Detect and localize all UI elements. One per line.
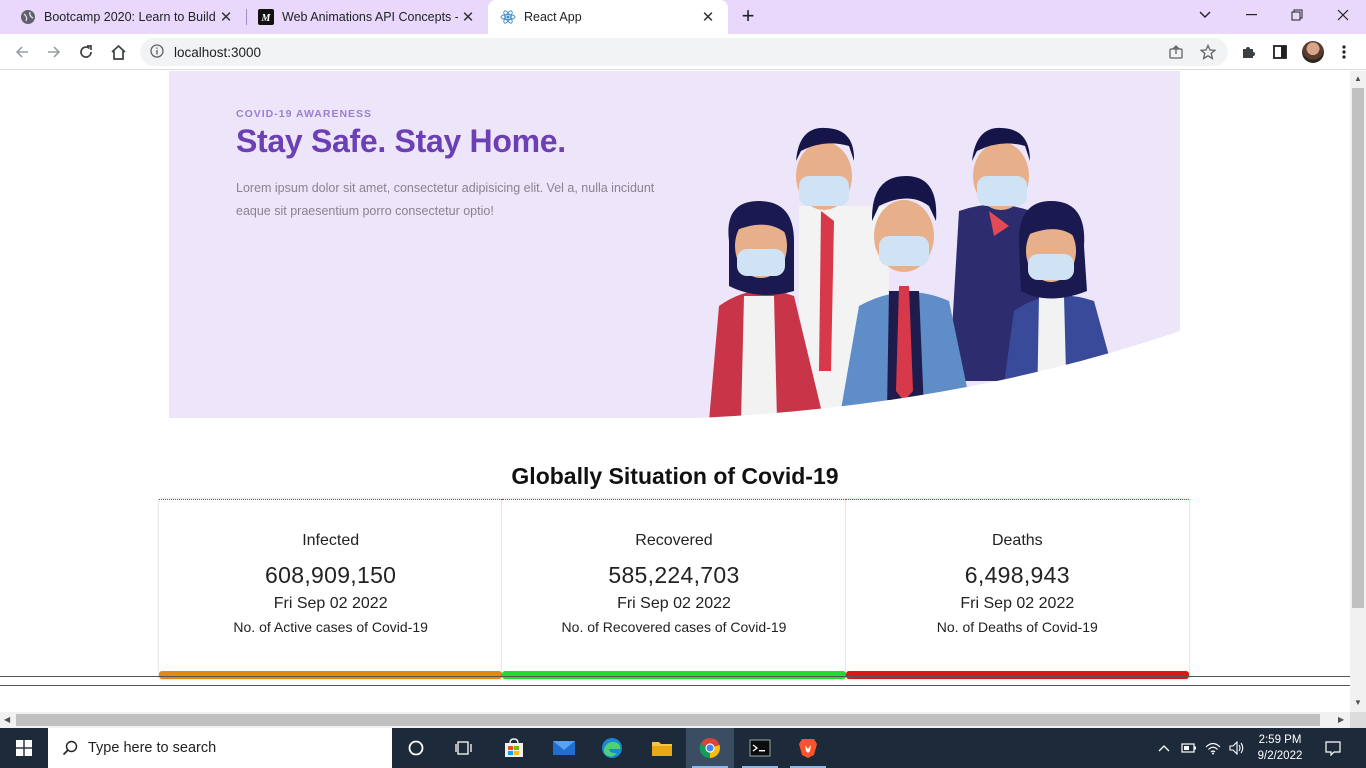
hero-banner: COVID-19 AWARENESS Stay Safe. Stay Home.… [169, 71, 1180, 418]
show-hidden-icons-chevron-icon[interactable] [1154, 728, 1174, 768]
system-clock[interactable]: 2:59 PM 9/2/2022 [1250, 732, 1310, 764]
card-title: Deaths [991, 532, 1043, 549]
svg-text:M: M [261, 13, 272, 24]
card-value: 6,498,943 [964, 562, 1070, 588]
info-icon[interactable] [150, 44, 164, 58]
scroll-left-arrow-icon[interactable]: ◀ [4, 715, 10, 724]
masked-people-illustration [699, 127, 1180, 418]
back-arrow-icon[interactable] [8, 38, 36, 66]
stats-cards: Infected 608,909,150 Fri Sep 02 2022 No.… [159, 499, 1189, 679]
battery-icon[interactable] [1178, 728, 1200, 768]
hero-text: Lorem ipsum dolor sit amet, consectetur … [236, 181, 655, 218]
tab-label: React App [524, 10, 582, 24]
forward-arrow-icon[interactable] [40, 38, 68, 66]
tab-web-animations[interactable]: M Web Animations API Concepts - · ✕ [238, 0, 488, 34]
tab-react-app[interactable]: React App ✕ [488, 0, 728, 34]
search-placeholder: Type here to search [88, 740, 217, 756]
stat-card-recovered: Recovered 585,224,703 Fri Sep 02 2022 No… [502, 499, 846, 679]
clock-date: 9/2/2022 [1257, 750, 1303, 762]
browser-toolbar: localhost:3000 [0, 34, 1366, 70]
windows-taskbar: Type here to search 2:59 PM 9/2/2022 [0, 728, 1366, 768]
horizontal-scrollbar[interactable]: ◀ ▶ [0, 712, 1350, 728]
profile-avatar[interactable] [1302, 41, 1324, 63]
side-panel-icon[interactable] [1266, 38, 1294, 66]
card-value: 608,909,150 [265, 562, 397, 588]
bookmark-star-icon[interactable] [1200, 44, 1216, 60]
chrome-icon[interactable] [686, 728, 734, 768]
menu-kebab-icon[interactable] [1330, 38, 1358, 66]
brave-icon[interactable] [784, 728, 832, 768]
search-icon [62, 740, 78, 756]
scrollbar-corner [1350, 712, 1366, 728]
terminal-icon[interactable] [736, 728, 784, 768]
share-icon[interactable] [1168, 44, 1184, 60]
store-icon[interactable] [490, 728, 538, 768]
notifications-icon[interactable] [1318, 728, 1348, 768]
hero-tag: COVID-19 AWARENESS [236, 108, 373, 120]
divider-line [0, 676, 1350, 677]
card-accent-bar [502, 671, 846, 679]
taskbar-search-box[interactable]: Type here to search [48, 728, 392, 768]
stats-section-title: Globally Situation of Covid-19 [511, 463, 839, 489]
vertical-scroll-thumb[interactable] [1352, 88, 1364, 608]
cortana-icon[interactable] [392, 728, 440, 768]
wifi-icon[interactable] [1202, 728, 1224, 768]
address-bar[interactable]: localhost:3000 [140, 38, 1228, 66]
card-date: Fri Sep 02 2022 [273, 595, 388, 612]
extensions-puzzle-icon[interactable] [1234, 38, 1262, 66]
new-tab-button[interactable]: + [736, 5, 760, 29]
scroll-down-arrow-icon[interactable]: ▼ [1354, 698, 1362, 707]
stat-card-deaths: Deaths 6,498,943 Fri Sep 02 2022 No. of … [845, 499, 1189, 679]
page-viewport: COVID-19 AWARENESS Stay Safe. Stay Home.… [0, 71, 1350, 712]
tab-bootcamp[interactable]: Bootcamp 2020: Learn to Build M ✕ [0, 0, 246, 34]
card-description: No. of Deaths of Covid-19 [936, 619, 1098, 635]
browser-tabstrip: Bootcamp 2020: Learn to Build M ✕ M Web … [0, 0, 1366, 34]
horizontal-scroll-thumb[interactable] [16, 714, 1320, 726]
close-window-button[interactable] [1320, 0, 1366, 30]
card-accent-bar [159, 671, 503, 679]
restore-button[interactable] [1274, 0, 1320, 30]
scroll-right-arrow-icon[interactable]: ▶ [1338, 715, 1344, 724]
card-date: Fri Sep 02 2022 [617, 595, 731, 612]
task-view-icon[interactable] [440, 728, 488, 768]
volume-icon[interactable] [1226, 728, 1248, 768]
card-value: 585,224,703 [608, 562, 740, 588]
url-text: localhost:3000 [174, 45, 262, 60]
home-icon[interactable] [104, 38, 132, 66]
scroll-up-arrow-icon[interactable]: ▲ [1354, 74, 1362, 83]
medium-icon: M [258, 9, 274, 25]
minimize-button[interactable] [1228, 0, 1274, 30]
stat-card-infected: Infected 608,909,150 Fri Sep 02 2022 No.… [159, 499, 503, 679]
react-icon [500, 10, 516, 24]
tab-search-chevron-icon[interactable] [1182, 0, 1228, 30]
card-description: No. of Active cases of Covid-19 [233, 619, 428, 635]
tab-label: Bootcamp 2020: Learn to Build M [44, 10, 216, 24]
card-accent-bar [845, 671, 1189, 679]
vertical-scrollbar[interactable]: ▲ ▼ [1350, 71, 1366, 712]
card-date: Fri Sep 02 2022 [960, 595, 1075, 612]
reload-icon[interactable] [72, 38, 100, 66]
hero-title: Stay Safe. Stay Home. [236, 123, 566, 159]
tab-label: Web Animations API Concepts - · [282, 10, 458, 24]
globe-icon [21, 10, 35, 24]
clock-time: 2:59 PM [1258, 734, 1302, 746]
windows-start-icon[interactable] [0, 728, 48, 768]
close-icon[interactable]: ✕ [458, 7, 478, 27]
card-title: Infected [302, 532, 360, 549]
mail-icon[interactable] [540, 728, 588, 768]
divider-line [0, 685, 1350, 686]
close-icon[interactable]: ✕ [698, 7, 718, 27]
card-description: No. of Recovered cases of Covid-19 [561, 619, 787, 635]
file-explorer-icon[interactable] [638, 728, 686, 768]
close-icon[interactable]: ✕ [216, 7, 236, 27]
edge-icon[interactable] [588, 728, 636, 768]
card-title: Recovered [635, 532, 713, 549]
